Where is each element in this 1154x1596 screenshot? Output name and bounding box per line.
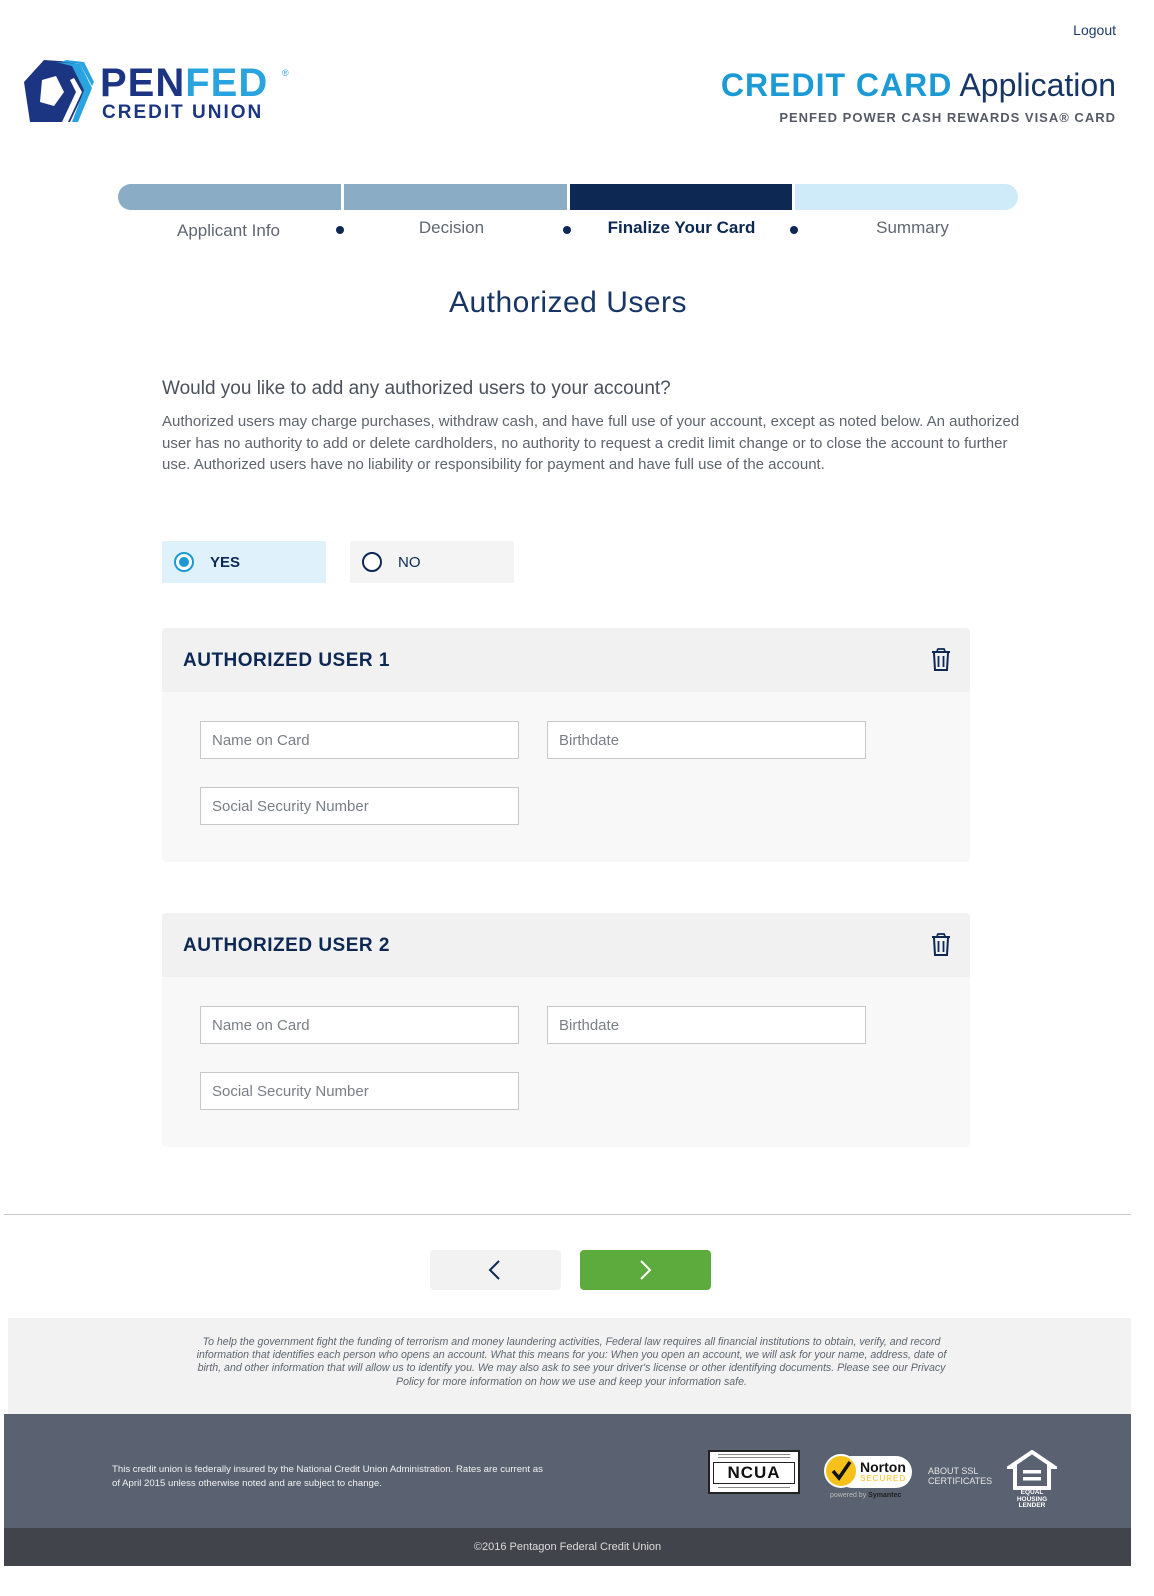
norton-powered-by: powered by Symantec — [830, 1492, 902, 1499]
ncua-badge[interactable]: NCUA — [708, 1450, 800, 1494]
trash-icon[interactable] — [930, 648, 952, 672]
ssn-field[interactable] — [200, 787, 519, 825]
authorized-user-card: AUTHORIZED USER 1 — [162, 628, 970, 862]
card-product-name: PENFED POWER CASH REWARDS VISA® CARD — [779, 110, 1116, 125]
authorized-user-header: AUTHORIZED USER 1 — [162, 628, 970, 692]
penfed-pentagon-icon — [24, 60, 94, 122]
norton-secured: SECURED — [860, 1474, 907, 1483]
equal-housing-lender-badge: EQUAL HOUSING LENDER — [1003, 1449, 1061, 1509]
authorized-user-title: AUTHORIZED USER 2 — [183, 935, 390, 956]
birthdate-field[interactable] — [547, 721, 866, 759]
no-label: NO — [398, 553, 421, 571]
copyright: ©2016 Pentagon Federal Credit Union — [4, 1528, 1131, 1566]
equal-housing-house-icon — [1003, 1449, 1061, 1490]
progress-segment-summary — [795, 184, 1018, 210]
no-radio-option[interactable]: NO — [350, 541, 514, 583]
title-credit-card: CREDIT CARD — [720, 67, 953, 103]
trash-icon[interactable] — [930, 933, 952, 957]
ncua-fine-print — [718, 1454, 790, 1458]
logo-wordmark: PENFED — [100, 61, 269, 105]
norton-name: Norton — [860, 1459, 906, 1475]
site-footer: This credit union is federally insured b… — [4, 1414, 1131, 1528]
yes-label: YES — [210, 553, 241, 571]
authorized-user-title: AUTHORIZED USER 1 — [183, 650, 390, 671]
chevron-left-icon — [488, 1260, 500, 1280]
progress-segment-finalize — [569, 184, 793, 210]
logo-registered-mark: ® — [282, 68, 289, 78]
patriot-act-notice: To help the government fight the funding… — [8, 1318, 1131, 1414]
about-ssl-link[interactable]: ABOUT SSL CERTIFICATES — [928, 1466, 992, 1486]
authorized-user-header: AUTHORIZED USER 2 — [162, 913, 970, 977]
chevron-right-icon — [640, 1260, 652, 1280]
ncua-label: NCUA — [713, 1462, 795, 1484]
progress-segment-decision — [343, 184, 567, 210]
step-applicant-info: Applicant Info — [176, 221, 280, 240]
back-button[interactable] — [430, 1250, 561, 1290]
progress-segment-applicant-info — [118, 184, 341, 210]
step-finalize-your-card: Finalize Your Card — [607, 218, 756, 237]
page-title: Authorized Users — [448, 286, 688, 319]
progress-steps: Applicant Info Decision Finalize Your Ca… — [118, 218, 1018, 242]
ncua-fine-print — [718, 1487, 790, 1488]
equal-housing-caption: EQUAL HOUSING LENDER — [1016, 1489, 1048, 1509]
step-decision: Decision — [418, 218, 485, 237]
yes-radio-option[interactable]: YES — [162, 541, 326, 583]
logo-subtitle: CREDIT UNION — [102, 102, 264, 123]
name-on-card-field[interactable] — [200, 721, 519, 759]
title-application: Application — [959, 67, 1116, 103]
penfed-logo[interactable]: PENFED ® CREDIT UNION — [22, 58, 292, 128]
name-on-card-field[interactable] — [200, 1006, 519, 1044]
ssn-field[interactable] — [200, 1072, 519, 1110]
step-summary: Summary — [876, 218, 949, 237]
authorized-users-description: Authorized users may charge purchases, w… — [162, 413, 1020, 474]
step-separator-dot — [790, 226, 798, 234]
section-divider — [4, 1214, 1131, 1215]
authorized-user-card: AUTHORIZED USER 2 — [162, 913, 970, 1147]
patriot-act-text: To help the government fight the funding… — [196, 1336, 947, 1388]
radio-selected-icon[interactable] — [174, 552, 194, 572]
birthdate-field[interactable] — [547, 1006, 866, 1044]
radio-unselected-icon[interactable] — [362, 552, 382, 572]
logout-link[interactable]: Logout — [1073, 22, 1116, 38]
ncua-insurance-text: This credit union is federally insured b… — [112, 1464, 543, 1489]
application-title: CREDIT CARD Application PENFED POWER CAS… — [721, 66, 1116, 125]
norton-check-icon — [824, 1454, 858, 1488]
authorized-users-question: Would you like to add any authorized use… — [162, 378, 671, 399]
norton-secured-badge[interactable]: Norton SECURED powered by Symantec — [824, 1454, 916, 1502]
next-button[interactable] — [580, 1250, 711, 1290]
progress-bar — [118, 184, 1018, 210]
